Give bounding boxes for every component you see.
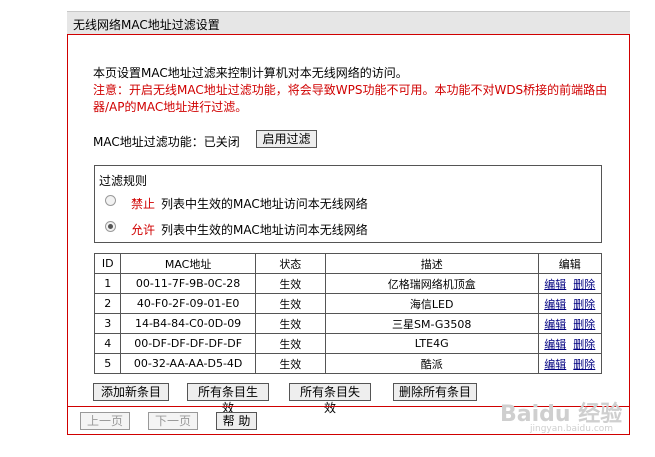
table-row: 4 00-DF-DF-DF-DF-DF 生效 LTE4G 编辑 删除	[93, 333, 603, 354]
notice-line-1: 注意：开启无线MAC地址过滤功能，将会导致WPS功能不可用。本功能不对WDS桥接…	[93, 83, 608, 97]
edit-link[interactable]: 编辑	[544, 358, 566, 371]
row-description: LTE4G	[324, 333, 539, 354]
row-id: 4	[93, 333, 122, 354]
row-actions: 编辑 删除	[537, 353, 603, 374]
delete-link[interactable]: 删除	[573, 338, 595, 351]
edit-link[interactable]: 编辑	[544, 278, 566, 291]
header-id: ID	[93, 253, 122, 274]
row-actions: 编辑 删除	[537, 333, 603, 354]
row-status: 生效	[254, 313, 326, 334]
edit-link[interactable]: 编辑	[544, 298, 566, 311]
panel-title-bar: 无线网络MAC地址过滤设置	[67, 11, 630, 35]
header-description: 描述	[324, 253, 539, 274]
row-status: 生效	[254, 353, 326, 374]
table-row: 2 40-F0-2F-09-01-E0 生效 海信LED 编辑 删除	[93, 293, 603, 314]
header-mac: MAC地址	[120, 253, 256, 274]
filter-rules-box: 过滤规则 禁止 列表中生效的MAC地址访问本无线网络 允许 列表中生效的MAC地…	[94, 165, 602, 243]
table-row: 1 00-11-7F-9B-0C-28 生效 亿格瑞网络机顶盒 编辑 删除	[93, 273, 603, 294]
row-description: 海信LED	[324, 293, 539, 314]
row-status: 生效	[254, 293, 326, 314]
prev-page-button[interactable]: 上一页	[80, 412, 130, 430]
page-title: 无线网络MAC地址过滤设置	[73, 18, 220, 32]
disable-all-button[interactable]: 所有条目失效	[289, 383, 371, 415]
row-status: 生效	[254, 333, 326, 354]
deny-keyword: 禁止	[131, 197, 156, 211]
header-status: 状态	[254, 253, 326, 274]
row-actions: 编辑 删除	[537, 313, 603, 334]
row-description: 亿格瑞网络机顶盒	[324, 273, 539, 294]
next-page-button[interactable]: 下一页	[148, 412, 198, 430]
enable-all-button[interactable]: 所有条目生效	[187, 383, 269, 415]
row-mac: 00-32-AA-AA-D5-4D	[120, 353, 256, 374]
notice-line-2: 器/AP的MAC地址进行过滤。	[93, 100, 248, 114]
help-button[interactable]: 帮 助	[216, 412, 257, 430]
row-status: 生效	[254, 273, 326, 294]
delete-link[interactable]: 删除	[573, 298, 595, 311]
delete-link[interactable]: 删除	[573, 358, 595, 371]
allow-radio[interactable]	[105, 221, 116, 232]
allow-keyword: 允许	[131, 223, 156, 237]
edit-link[interactable]: 编辑	[544, 318, 566, 331]
edit-link[interactable]: 编辑	[544, 338, 566, 351]
rules-legend: 过滤规则	[99, 174, 148, 188]
row-id: 1	[93, 273, 122, 294]
mac-filter-table: ID MAC地址 状态 描述 编辑 1 00-11-7F-9B-0C-28 生效…	[93, 253, 603, 374]
baidu-watermark-url: jingyan.baidu.com	[530, 424, 614, 434]
header-edit: 编辑	[537, 253, 603, 274]
table-row: 3 14-B4-84-C0-0D-09 生效 三星SM-G3508 编辑 删除	[93, 313, 603, 334]
deny-label: 列表中生效的MAC地址访问本无线网络	[161, 197, 368, 211]
delete-link[interactable]: 删除	[573, 318, 595, 331]
deny-radio[interactable]	[105, 195, 116, 206]
row-description: 三星SM-G3508	[324, 313, 539, 334]
row-mac: 40-F0-2F-09-01-E0	[120, 293, 256, 314]
row-description: 酷派	[324, 353, 539, 374]
allow-label: 列表中生效的MAC地址访问本无线网络	[161, 223, 368, 237]
table-header-row: ID MAC地址 状态 描述 编辑	[93, 253, 603, 274]
intro-text: 本页设置MAC地址过滤来控制计算机对本无线网络的访问。	[93, 66, 408, 80]
delete-link[interactable]: 删除	[573, 278, 595, 291]
table-row: 5 00-32-AA-AA-D5-4D 生效 酷派 编辑 删除	[93, 353, 603, 374]
row-id: 3	[93, 313, 122, 334]
row-actions: 编辑 删除	[537, 293, 603, 314]
row-mac: 00-DF-DF-DF-DF-DF	[120, 333, 256, 354]
filter-status-label: MAC地址过滤功能：已关闭	[93, 135, 240, 149]
add-entry-button[interactable]: 添加新条目	[93, 383, 169, 401]
row-id: 5	[93, 353, 122, 374]
delete-all-button[interactable]: 删除所有条目	[393, 383, 477, 401]
row-id: 2	[93, 293, 122, 314]
row-actions: 编辑 删除	[537, 273, 603, 294]
row-mac: 14-B4-84-C0-0D-09	[120, 313, 256, 334]
row-mac: 00-11-7F-9B-0C-28	[120, 273, 256, 294]
enable-filter-button[interactable]: 启用过滤	[256, 130, 317, 148]
